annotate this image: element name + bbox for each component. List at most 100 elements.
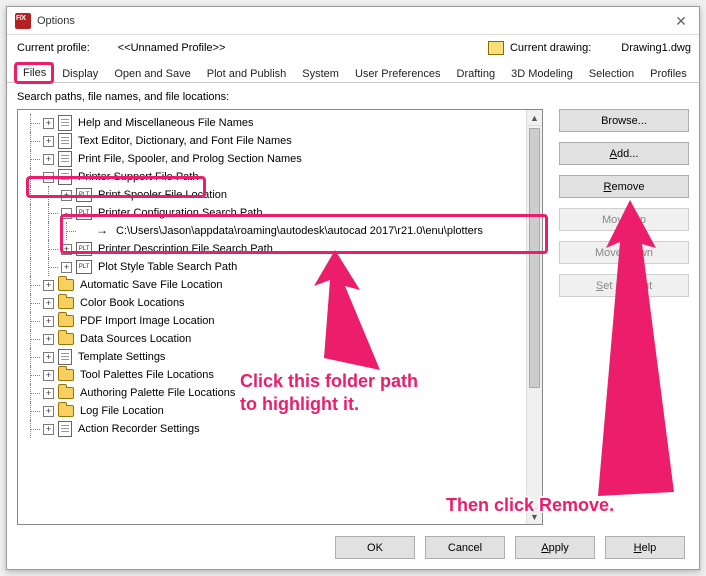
tree-node-label: Printer Support File Path <box>78 171 198 183</box>
tree-node[interactable]: +Tool Palettes File Locations <box>22 366 542 384</box>
plotter-icon: PLT <box>76 260 92 274</box>
side-button-column: Browse... Add... Remove Move Up Move Dow… <box>559 109 689 297</box>
tree-node-label: C:\Users\Jason\appdata\roaming\autodesk\… <box>116 225 483 237</box>
expand-icon[interactable]: + <box>43 406 54 417</box>
tree-node-label: Log File Location <box>80 405 164 417</box>
document-icon <box>58 421 72 437</box>
tree-node[interactable]: +Help and Miscellaneous File Names <box>22 114 542 132</box>
expand-icon[interactable]: + <box>61 190 72 201</box>
tree-node-label: PDF Import Image Location <box>80 315 215 327</box>
tree-node[interactable]: + Text Editor, Dictionary, and Font File … <box>22 132 542 150</box>
tree-node-label: Plot Style Table Search Path <box>98 261 237 273</box>
tree-node[interactable]: + PLT Plot Style Table Search Path <box>22 258 542 276</box>
drawing-label: Current drawing: <box>510 42 591 54</box>
scroll-up-icon[interactable]: ▲ <box>527 110 542 126</box>
folder-icon <box>58 369 74 381</box>
expand-icon[interactable]: + <box>43 334 54 345</box>
browse-button[interactable]: Browse... <box>559 109 689 132</box>
tab-open-save[interactable]: Open and Save <box>106 63 198 83</box>
expand-icon[interactable]: + <box>43 424 54 435</box>
expand-icon[interactable]: + <box>43 118 54 129</box>
tree-node[interactable]: + Template Settings <box>22 348 542 366</box>
expand-icon[interactable]: + <box>61 244 72 255</box>
setcurrent-button: Set Current <box>559 274 689 297</box>
tree-node[interactable]: - Printer Support File Path <box>22 168 542 186</box>
tab-selection[interactable]: Selection <box>581 63 642 83</box>
folder-icon <box>58 315 74 327</box>
apply-button[interactable]: Apply <box>515 536 595 559</box>
tree-node[interactable]: + Automatic Save File Location <box>22 276 542 294</box>
tab-drafting[interactable]: Drafting <box>449 63 504 83</box>
tab-strip: Files Display Open and Save Plot and Pub… <box>7 59 699 83</box>
expand-icon[interactable]: + <box>43 316 54 327</box>
tree-node[interactable]: +Authoring Palette File Locations <box>22 384 542 402</box>
expand-icon[interactable]: + <box>43 280 54 291</box>
tab-system[interactable]: System <box>294 63 347 83</box>
tree-node[interactable]: +PLTPrint Spooler File Location <box>22 186 542 204</box>
profile-label: Current profile: <box>17 42 90 54</box>
folder-icon <box>58 333 74 345</box>
scroll-thumb[interactable] <box>529 128 540 388</box>
expand-icon[interactable]: + <box>43 298 54 309</box>
tab-user-prefs[interactable]: User Preferences <box>347 63 449 83</box>
document-icon <box>58 349 72 365</box>
tree-node[interactable]: + Data Sources Location <box>22 330 542 348</box>
plotter-icon: PLT <box>76 206 92 220</box>
tab-profiles[interactable]: Profiles <box>642 63 695 83</box>
tree-caption: Search paths, file names, and file locat… <box>17 91 689 103</box>
file-tree[interactable]: +Help and Miscellaneous File Names+Text … <box>17 109 543 525</box>
tab-plot-publish[interactable]: Plot and Publish <box>199 63 295 83</box>
tab-files[interactable]: Files <box>15 62 54 83</box>
plotter-icon: PLT <box>76 242 92 256</box>
moveup-button: Move Up <box>559 208 689 231</box>
help-button[interactable]: Help <box>605 536 685 559</box>
tree-node-label: Action Recorder Settings <box>78 423 200 435</box>
tree-node-label: Text Editor, Dictionary, and Font File N… <box>78 135 292 147</box>
expand-icon[interactable]: + <box>61 262 72 273</box>
tree-node[interactable]: + Color Book Locations <box>22 294 542 312</box>
tree-scrollbar[interactable]: ▲ ▼ <box>526 110 542 524</box>
path-arrow-icon <box>94 224 110 238</box>
scroll-down-icon[interactable]: ▼ <box>527 508 542 524</box>
document-icon <box>58 151 72 167</box>
add-button[interactable]: Add... <box>559 142 689 165</box>
tree-node[interactable]: + PDF Import Image Location <box>22 312 542 330</box>
tree-node-label: Color Book Locations <box>80 297 185 309</box>
tree-node[interactable]: +PLTPrinter Description File Search Path <box>22 240 542 258</box>
tree-node[interactable]: + Action Recorder Settings <box>22 420 542 438</box>
tree-node-label: Printer Configuration Search Path <box>98 207 262 219</box>
tree-node-label: Template Settings <box>78 351 165 363</box>
document-icon <box>58 115 72 131</box>
tree-node-label: Print Spooler File Location <box>98 189 227 201</box>
cancel-button[interactable]: Cancel <box>425 536 505 559</box>
profile-value: <<Unnamed Profile>> <box>98 42 226 54</box>
expand-icon[interactable]: + <box>43 154 54 165</box>
window-title: Options <box>37 15 75 27</box>
options-dialog: Options ✕ Current profile: <<Unnamed Pro… <box>6 6 700 570</box>
document-icon <box>58 133 72 149</box>
collapse-icon[interactable]: - <box>43 172 54 183</box>
ok-button[interactable]: OK <box>335 536 415 559</box>
tree-node[interactable]: + Log File Location <box>22 402 542 420</box>
app-icon <box>15 13 31 29</box>
tree-node-label: Data Sources Location <box>80 333 191 345</box>
expand-icon[interactable]: + <box>43 352 54 363</box>
expand-icon[interactable]: + <box>43 370 54 381</box>
expand-icon[interactable]: + <box>43 136 54 147</box>
close-icon[interactable]: ✕ <box>673 13 689 29</box>
drawing-icon <box>488 41 504 55</box>
tree-node[interactable]: -PLT Printer Configuration Search Path <box>22 204 542 222</box>
header-row: Current profile: <<Unnamed Profile>> Cur… <box>7 35 699 59</box>
tree-node-label: Automatic Save File Location <box>80 279 222 291</box>
dialog-button-row: OK Cancel Apply Help <box>335 536 685 559</box>
tab-3d-modeling[interactable]: 3D Modeling <box>503 63 581 83</box>
drawing-value: Drawing1.dwg <box>621 42 691 54</box>
tab-display[interactable]: Display <box>54 63 106 83</box>
folder-icon <box>58 297 74 309</box>
collapse-icon[interactable]: - <box>61 208 72 219</box>
folder-icon <box>58 405 74 417</box>
expand-icon[interactable]: + <box>43 388 54 399</box>
tree-node[interactable]: C:\Users\Jason\appdata\roaming\autodesk\… <box>22 222 542 240</box>
remove-button[interactable]: Remove <box>559 175 689 198</box>
tree-node[interactable]: +Print File, Spooler, and Prolog Section… <box>22 150 542 168</box>
